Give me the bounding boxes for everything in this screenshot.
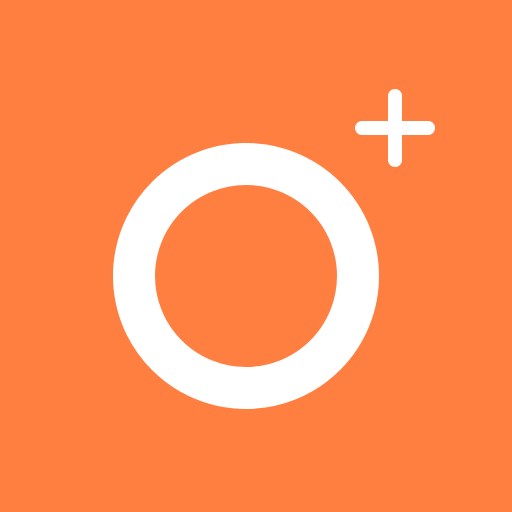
icon-background bbox=[0, 0, 512, 512]
app-icon bbox=[0, 0, 512, 512]
app-icon-graphic bbox=[0, 0, 512, 512]
